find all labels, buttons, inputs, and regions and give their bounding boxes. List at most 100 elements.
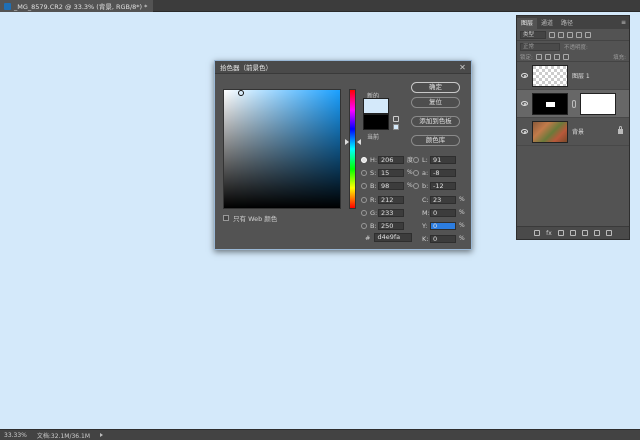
visibility-eye-icon[interactable] (521, 101, 528, 106)
reset-button[interactable]: 复位 (411, 97, 460, 108)
color-picker-dialog: 拾色器（前景色） ✕ 新的 当前 确定 复位 添加到色板 颜色库 只有 Web … (214, 60, 472, 250)
input-blue[interactable]: 250 (378, 221, 404, 230)
radio-a[interactable] (413, 169, 419, 176)
filter-smart-object-icon[interactable] (585, 31, 591, 38)
photoshop-file-icon (4, 2, 11, 10)
web-safe-color-icon[interactable] (393, 124, 399, 130)
link-chain-icon[interactable] (572, 99, 576, 108)
hue-slider-handle-right[interactable] (357, 139, 361, 145)
layers-panel-footer: fx (517, 226, 629, 239)
hex-row: # d4e9fa (365, 233, 413, 242)
status-menu-arrow-icon[interactable] (100, 433, 104, 437)
cube-warning-icon[interactable] (393, 116, 399, 122)
field-row-m: M: 0 % (422, 208, 465, 217)
lock-label: 锁定: (520, 54, 533, 61)
lock-transparent-icon[interactable] (535, 53, 542, 60)
layer-row[interactable] (517, 90, 629, 118)
input-k[interactable]: 0 (430, 234, 456, 243)
input-lab-b[interactable]: -12 (430, 181, 456, 190)
document-tab[interactable]: _MG_8579.CR2 @ 33.3% (背景, RGB/8*) * (0, 0, 154, 12)
fx-icon[interactable]: fx (546, 230, 552, 237)
field-row-s: S: 15 % (361, 168, 413, 177)
radio-h[interactable] (361, 156, 367, 163)
trash-icon[interactable] (605, 230, 612, 236)
ok-button[interactable]: 确定 (411, 82, 460, 93)
radio-l[interactable] (413, 156, 419, 163)
input-h[interactable]: 206 (378, 155, 404, 164)
color-sample-marker[interactable] (238, 90, 244, 96)
input-l[interactable]: 91 (430, 155, 456, 164)
hue-slider-handle-left[interactable] (345, 139, 349, 145)
zoom-level[interactable]: 33.33% (4, 432, 27, 439)
input-m[interactable]: 0 (430, 208, 456, 217)
input-s[interactable]: 15 (378, 168, 404, 177)
lock-all-icon[interactable] (562, 53, 569, 60)
web-only-label: 只有 Web 颜色 (233, 215, 278, 223)
layer-mask-thumbnail[interactable] (580, 92, 616, 115)
layer-filter-row: 类型 (517, 29, 629, 41)
input-r[interactable]: 212 (378, 195, 404, 204)
close-icon[interactable]: ✕ (458, 63, 467, 72)
add-to-swatches-button[interactable]: 添加到色板 (411, 116, 460, 127)
tab-paths[interactable]: 路径 (557, 18, 577, 29)
current-color-swatch[interactable] (363, 114, 389, 130)
fill-label: 填充: (613, 54, 626, 61)
link-layers-icon[interactable] (534, 230, 541, 236)
layers-panel: 图层 通道 路径 ≡ 类型 正常 不透明度: 锁定: 填充: 图层 1 背景 f… (516, 15, 630, 240)
layer-thumbnail (532, 92, 568, 115)
dialog-title: 拾色器（前景色） (215, 61, 471, 74)
input-a[interactable]: -8 (430, 168, 456, 177)
adjustment-layer-icon[interactable] (569, 230, 576, 236)
field-row-l: L: 91 (413, 155, 456, 164)
radio-r[interactable] (361, 196, 367, 203)
visibility-eye-icon[interactable] (521, 129, 528, 134)
input-g[interactable]: 233 (378, 208, 404, 217)
field-row-c: C: 23 % (422, 195, 465, 204)
radio-s[interactable] (361, 169, 367, 176)
visibility-eye-icon[interactable] (521, 73, 528, 78)
radio-blue[interactable] (361, 222, 367, 229)
tab-channels[interactable]: 通道 (537, 18, 557, 29)
document-tab-title: _MG_8579.CR2 @ 33.3% (背景, RGB/8*) * (14, 3, 148, 11)
input-c[interactable]: 23 (430, 195, 456, 204)
saturation-brightness-field[interactable] (223, 89, 341, 209)
document-tab-bar: _MG_8579.CR2 @ 33.3% (背景, RGB/8*) * (0, 0, 640, 12)
input-y[interactable]: 0 (430, 221, 456, 230)
panel-menu-icon[interactable]: ≡ (621, 19, 626, 26)
filter-pixel-icon[interactable] (549, 31, 555, 38)
layer-thumbnail (532, 64, 568, 87)
filter-adjustment-icon[interactable] (558, 31, 564, 38)
web-only-option[interactable]: 只有 Web 颜色 (223, 213, 277, 223)
filter-kind-select[interactable]: 类型 (520, 30, 546, 39)
hex-label: # (365, 233, 371, 242)
field-row-y: Y: 0 % (422, 221, 465, 230)
new-group-icon[interactable] (581, 230, 588, 236)
field-row-h: H: 206 度 (361, 155, 413, 164)
add-mask-icon[interactable] (557, 230, 564, 236)
hex-input[interactable]: d4e9fa (374, 233, 413, 242)
radio-lab-b[interactable] (413, 182, 419, 189)
status-bar: 33.33% 文档:32.1M/36.1M (0, 429, 640, 440)
lock-icon (618, 126, 623, 134)
filter-type-icon[interactable] (567, 31, 573, 38)
field-row-g: G: 233 (361, 208, 404, 217)
filter-shape-icon[interactable] (576, 31, 582, 38)
tab-layers[interactable]: 图层 (517, 18, 538, 29)
field-row-lab-b: b: -12 (413, 181, 456, 190)
web-only-checkbox[interactable] (223, 215, 229, 221)
layer-row[interactable]: 图层 1 (517, 62, 629, 90)
lock-position-icon[interactable] (553, 53, 560, 60)
doc-size-info: 文档:32.1M/36.1M (36, 432, 91, 440)
layer-name[interactable]: 背景 (572, 127, 584, 136)
panel-tabs: 图层 通道 路径 (517, 16, 629, 29)
radio-b[interactable] (361, 182, 367, 189)
color-libraries-button[interactable]: 颜色库 (411, 135, 460, 146)
radio-g[interactable] (361, 209, 367, 216)
new-layer-icon[interactable] (593, 230, 600, 236)
input-b[interactable]: 98 (378, 181, 404, 190)
lock-image-icon[interactable] (544, 53, 551, 60)
blend-mode-select[interactable]: 正常 (520, 42, 560, 51)
layer-row[interactable]: 背景 (517, 118, 629, 146)
hue-slider[interactable] (349, 89, 356, 209)
layer-name[interactable]: 图层 1 (572, 71, 590, 80)
